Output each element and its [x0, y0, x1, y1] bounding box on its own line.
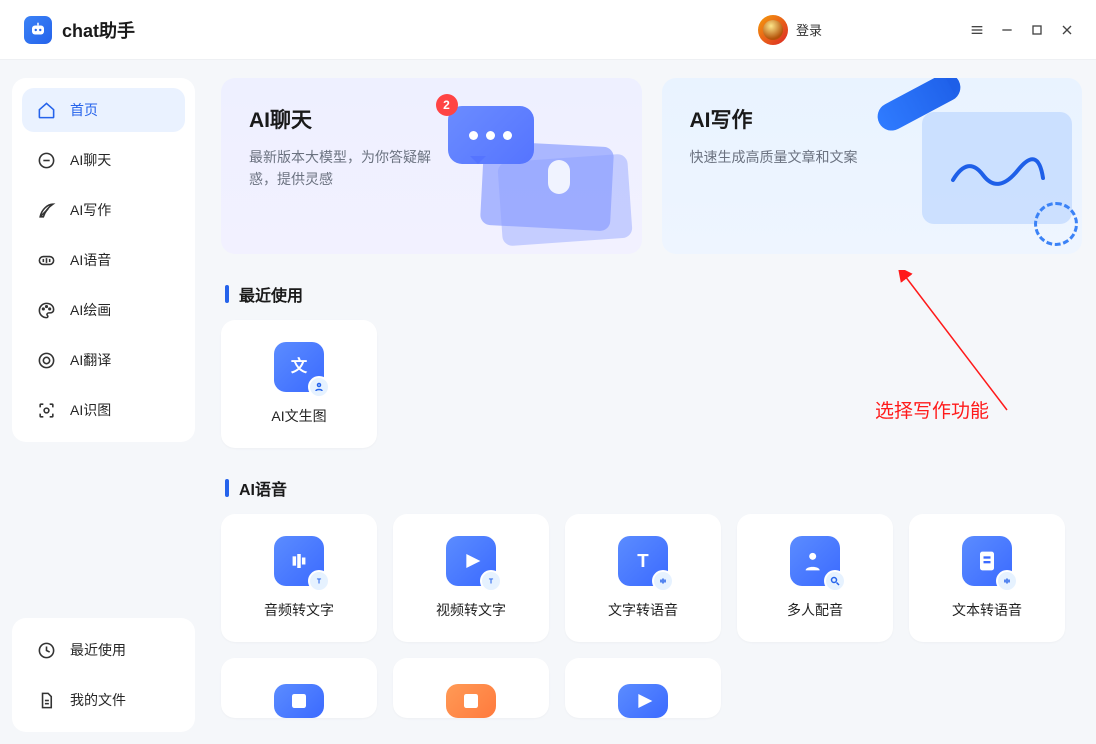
hero-desc: 最新版本大模型，为你答疑解惑，提供灵感 — [249, 146, 439, 191]
sidebar-item-label: 首页 — [70, 100, 98, 120]
tool-icon — [274, 684, 324, 718]
sidebar-item-translate[interactable]: AI翻译 — [22, 338, 185, 382]
sidebar-item-label: AI语音 — [70, 250, 111, 270]
tool-card-text2image[interactable]: 文 AI文生图 — [221, 320, 377, 448]
avatar[interactable] — [758, 15, 788, 45]
tool-card-text-to-speech[interactable]: T 文字转语音 — [565, 514, 721, 642]
close-icon[interactable] — [1052, 15, 1082, 45]
sidebar-item-label: AI翻译 — [70, 350, 111, 370]
sidebar-item-label: 我的文件 — [70, 690, 126, 710]
tool-card-partial-1[interactable] — [221, 658, 377, 718]
tool-label: 多人配音 — [787, 600, 843, 620]
sidebar-item-recent[interactable]: 最近使用 — [22, 628, 185, 672]
tool-card-partial-3[interactable] — [565, 658, 721, 718]
section-title: AI语音 — [239, 476, 287, 500]
tool-icon — [618, 684, 668, 718]
write-illustration — [868, 88, 1078, 248]
svg-text:T: T — [637, 550, 649, 571]
history-icon — [36, 640, 56, 660]
menu-icon[interactable] — [962, 15, 992, 45]
feather-icon — [36, 200, 56, 220]
tool-label: 视频转文字 — [436, 600, 506, 620]
hero-desc: 快速生成高质量文章和文案 — [690, 146, 880, 168]
sidebar-item-paint[interactable]: AI绘画 — [22, 288, 185, 332]
sidebar-item-write[interactable]: AI写作 — [22, 188, 185, 232]
svg-text:T: T — [317, 579, 322, 586]
audio-to-text-icon: T — [274, 536, 324, 586]
titlebar: chat助手 登录 — [0, 0, 1096, 60]
text2image-icon: 文 — [274, 342, 324, 392]
login-button[interactable]: 登录 — [796, 20, 822, 39]
tool-label: 文字转语音 — [608, 600, 678, 620]
app-logo-icon — [24, 16, 52, 44]
video-to-text-icon: T — [446, 536, 496, 586]
chat-icon — [36, 150, 56, 170]
svg-text:文: 文 — [291, 357, 308, 376]
tool-card-text-to-audio[interactable]: 文本转语音 — [909, 514, 1065, 642]
tool-label: 音频转文字 — [264, 600, 334, 620]
multi-voice-icon — [790, 536, 840, 586]
chat-illustration: 2 — [428, 88, 638, 248]
minimize-icon[interactable] — [992, 15, 1022, 45]
text-to-audio-icon — [962, 536, 1012, 586]
sidebar-item-label: AI绘画 — [70, 300, 111, 320]
sidebar-item-vision[interactable]: AI识图 — [22, 388, 185, 432]
tool-card-audio-to-text[interactable]: T 音频转文字 — [221, 514, 377, 642]
tool-label: 文本转语音 — [952, 600, 1022, 620]
sidebar-item-label: 最近使用 — [70, 640, 126, 660]
tool-label: AI文生图 — [271, 406, 326, 426]
file-icon — [36, 690, 56, 710]
notification-badge: 2 — [436, 94, 458, 116]
hero-card-ai-chat[interactable]: AI聊天 最新版本大模型，为你答疑解惑，提供灵感 2 — [221, 78, 642, 254]
tool-card-multi-voice[interactable]: 多人配音 — [737, 514, 893, 642]
hero-card-ai-write[interactable]: AI写作 快速生成高质量文章和文案 — [662, 78, 1083, 254]
section-title: 最近使用 — [239, 282, 303, 306]
sidebar-item-chat[interactable]: AI聊天 — [22, 138, 185, 182]
tool-card-partial-2[interactable] — [393, 658, 549, 718]
sidebar-item-label: AI聊天 — [70, 150, 111, 170]
sidebar-item-home[interactable]: 首页 — [22, 88, 185, 132]
scan-icon — [36, 400, 56, 420]
maximize-icon[interactable] — [1022, 15, 1052, 45]
main-content: AI聊天 最新版本大模型，为你答疑解惑，提供灵感 2 AI写作 快速生成高质量文… — [207, 60, 1096, 744]
audio-icon — [36, 250, 56, 270]
translate-icon — [36, 350, 56, 370]
sidebar: 首页 AI聊天 AI写作 AI语音 AI绘画 AI翻译 — [0, 60, 207, 744]
section-header-voice: AI语音 — [225, 476, 1082, 500]
palette-icon — [36, 300, 56, 320]
app-title: chat助手 — [62, 17, 135, 43]
sidebar-item-voice[interactable]: AI语音 — [22, 238, 185, 282]
svg-text:T: T — [489, 579, 494, 586]
sidebar-item-label: AI识图 — [70, 400, 111, 420]
tool-card-video-to-text[interactable]: T 视频转文字 — [393, 514, 549, 642]
home-icon — [36, 100, 56, 120]
sidebar-item-label: AI写作 — [70, 200, 111, 220]
section-header-recent: 最近使用 — [225, 282, 1082, 306]
sidebar-item-files[interactable]: 我的文件 — [22, 678, 185, 722]
tool-icon — [446, 684, 496, 718]
text-to-speech-icon: T — [618, 536, 668, 586]
